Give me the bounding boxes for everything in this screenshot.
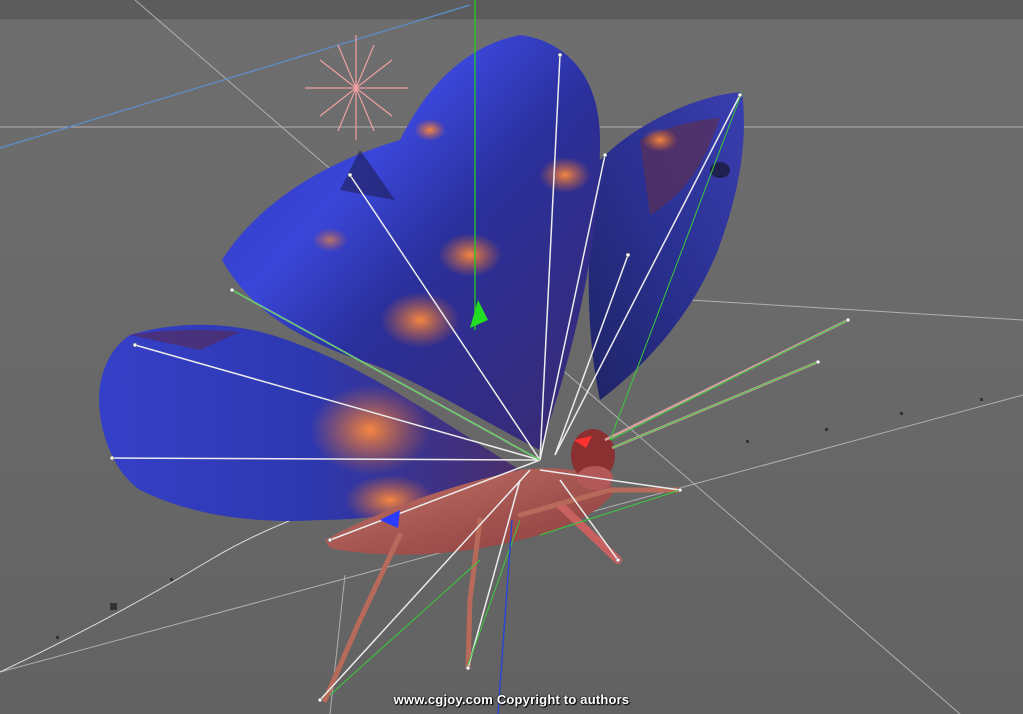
butterfly-right-wing	[588, 92, 744, 400]
3d-viewport[interactable]: www.cgjoy.com Copyright to authors	[0, 0, 1023, 714]
z-axis-line	[497, 519, 513, 714]
viewport-scene[interactable]	[0, 0, 1023, 714]
copyright-watermark: www.cgjoy.com Copyright to authors	[393, 692, 630, 707]
